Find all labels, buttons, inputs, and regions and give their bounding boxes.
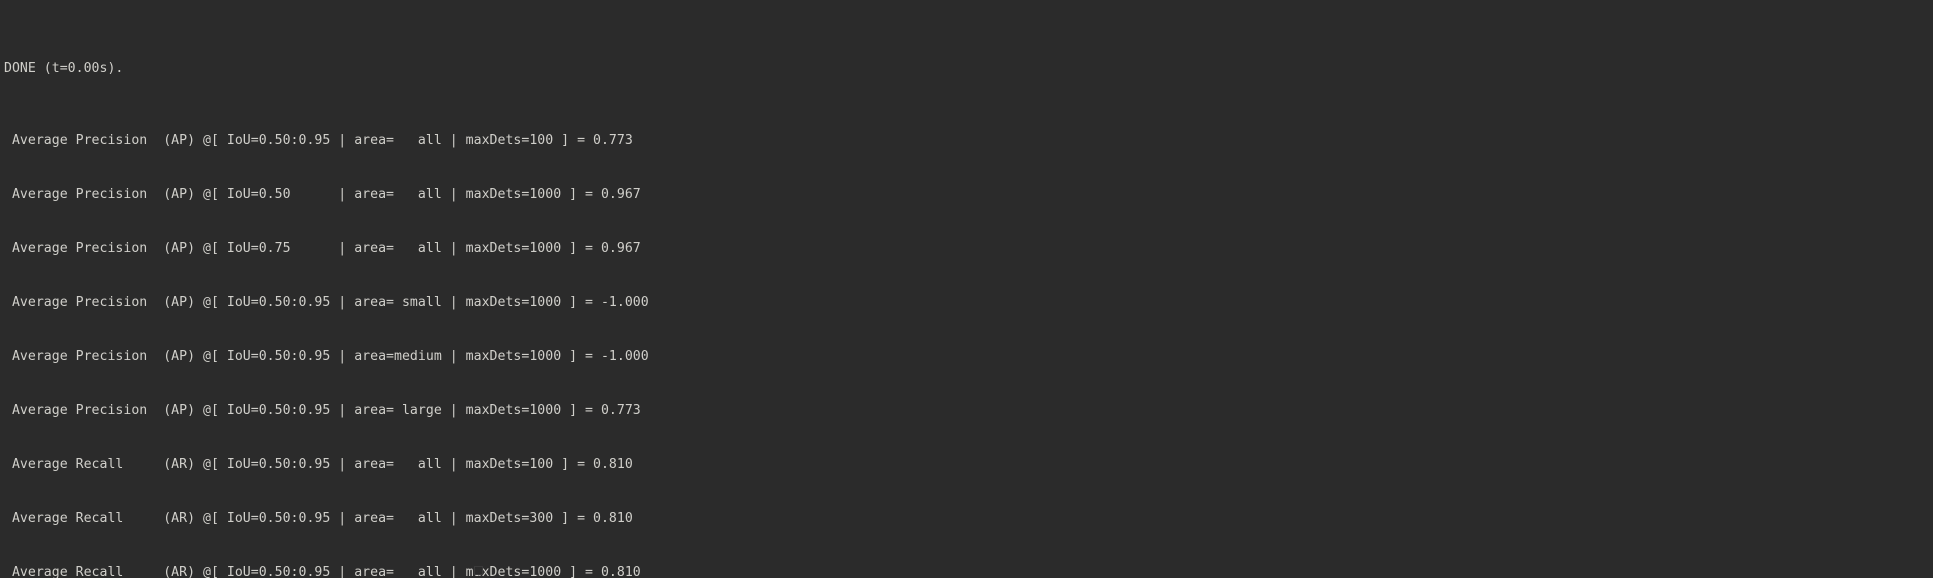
log-line-ap-5: Average Precision (AP) @[ IoU=0.50:0.95 … [4,403,641,418]
log-line-ar-0: Average Recall (AR) @[ IoU=0.50:0.95 | a… [4,457,633,472]
terminal-output[interactable]: DONE (t=0.00s). Average Precision (AP) @… [0,0,1933,578]
scrollbar-nub[interactable] [474,566,483,575]
log-line-ap-3: Average Precision (AP) @[ IoU=0.50:0.95 … [4,295,649,310]
log-line-ar-1: Average Recall (AR) @[ IoU=0.50:0.95 | a… [4,511,633,526]
log-line-done: DONE (t=0.00s). [4,61,124,76]
log-line-ap-2: Average Precision (AP) @[ IoU=0.75 | are… [4,241,641,256]
terminal-window: DONE (t=0.00s). Average Precision (AP) @… [0,0,1933,578]
log-line-ap-4: Average Precision (AP) @[ IoU=0.50:0.95 … [4,349,649,364]
log-line-ap-0: Average Precision (AP) @[ IoU=0.50:0.95 … [4,133,633,148]
log-line-ap-1: Average Precision (AP) @[ IoU=0.50 | are… [4,187,641,202]
log-line-ar-2: Average Recall (AR) @[ IoU=0.50:0.95 | a… [4,565,641,578]
